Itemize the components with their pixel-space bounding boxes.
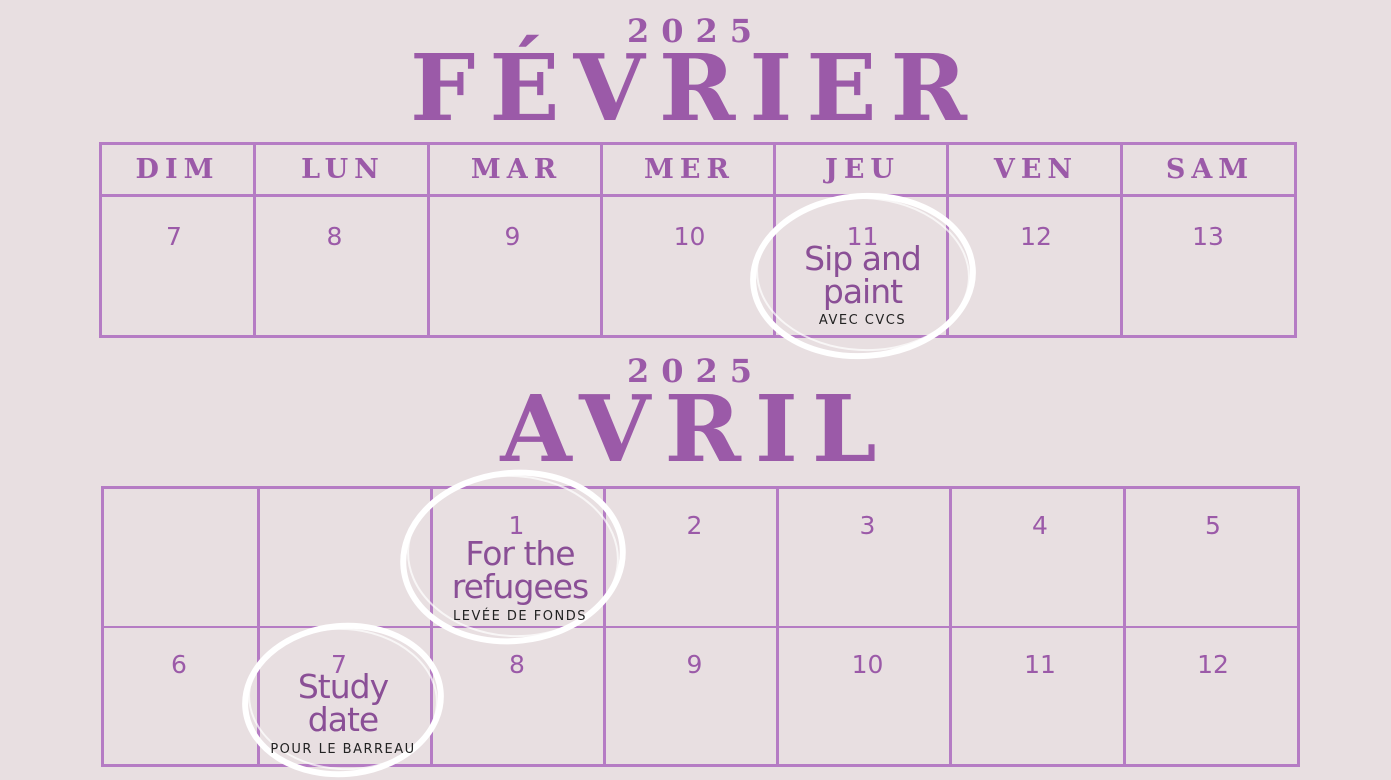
dayname-dim: DIM	[135, 154, 220, 185]
april-day-8: 8	[509, 650, 525, 679]
april-day-10: 10	[851, 650, 884, 679]
april-day-3: 3	[859, 511, 876, 540]
event-subtitle: AVEC CVCS	[818, 313, 907, 328]
event-sip-and-paint: Sip and paint AVEC CVCS	[776, 242, 949, 327]
february-day-7: 7	[166, 222, 182, 251]
february-day-13: 13	[1192, 222, 1224, 251]
event-title-line2: date	[307, 700, 379, 739]
april-day-12: 12	[1197, 650, 1229, 679]
april-day-6: 6	[171, 650, 187, 679]
dayname-mer: MER	[644, 154, 735, 185]
event-subtitle: LEVÉE DE FONDS	[453, 609, 587, 624]
dayname-jeu: JEU	[825, 154, 900, 185]
event-subtitle: POUR LE BARREAU	[270, 742, 416, 757]
event-for-the-refugees: For the refugees LEVÉE DE FONDS	[420, 537, 620, 623]
april-day-4: 4	[1032, 511, 1048, 540]
april-day-5: 5	[1205, 511, 1221, 540]
event-title-line1: For the	[465, 534, 575, 573]
dayname-lun: LUN	[301, 154, 385, 185]
april-day-9: 9	[686, 650, 703, 679]
february-month-title: FÉVRIER	[410, 34, 981, 142]
dayname-ven: VEN	[993, 154, 1079, 185]
april-col-divider	[101, 486, 260, 767]
dayname-mar: MAR	[470, 154, 563, 185]
april-month-title: AVRIL	[500, 375, 891, 483]
event-study-date: Study date POUR LE BARREAU	[250, 670, 436, 756]
event-title-line1: Study	[297, 667, 389, 706]
february-day-9: 9	[504, 222, 521, 251]
event-title-line2: refugees	[451, 567, 589, 606]
event-title-line1: Sip and	[804, 239, 922, 278]
april-day-11: 11	[1024, 650, 1056, 679]
april-day-2: 2	[686, 511, 703, 540]
february-day-8: 8	[326, 222, 343, 251]
dayname-sam: SAM	[1165, 154, 1255, 185]
event-title-line2: paint	[822, 272, 903, 311]
